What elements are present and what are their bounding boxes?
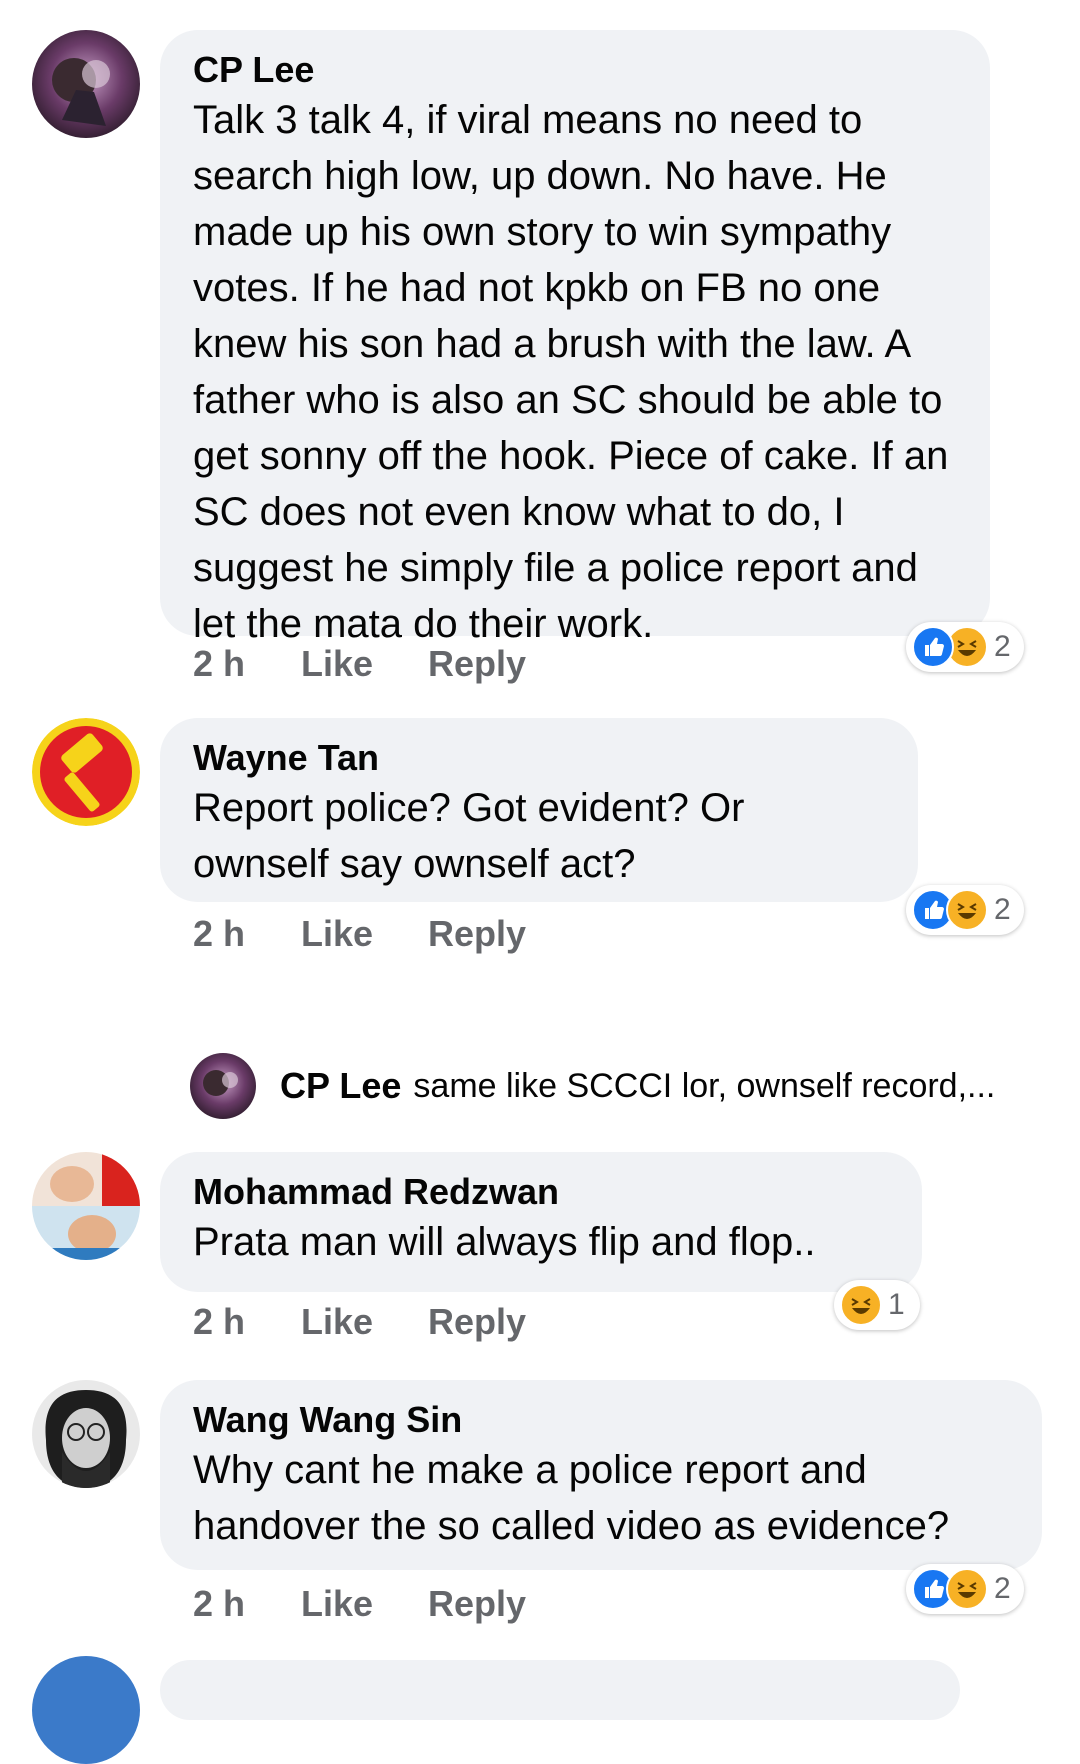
avatar[interactable]: [32, 1152, 140, 1260]
comment-author[interactable]: Wang Wang Sin: [193, 1398, 1008, 1442]
comment-text: Talk 3 talk 4, if viral means no need to…: [193, 98, 949, 646]
comment-bubble: CP Lee Talk 3 talk 4, if viral means no …: [160, 30, 990, 646]
like-button[interactable]: Like: [301, 1583, 428, 1625]
like-button[interactable]: Like: [301, 643, 428, 685]
comment-actions: 2 h Like Reply: [193, 640, 526, 688]
comment-author[interactable]: CP Lee: [193, 48, 956, 92]
comment-text: Why cant he make a police report and han…: [193, 1448, 950, 1548]
comment-author[interactable]: Wayne Tan: [193, 736, 884, 780]
reply-avatar: [190, 1053, 256, 1119]
reaction-summary[interactable]: 2: [906, 622, 1024, 672]
avatar[interactable]: [32, 1380, 140, 1488]
reaction-count: 2: [994, 893, 1011, 926]
like-button[interactable]: Like: [301, 1301, 428, 1343]
comment-actions: 2 h Like Reply: [193, 1580, 526, 1628]
comment-bubble: Wang Wang Sin Why cant he make a police …: [160, 1380, 1042, 1570]
comment-author[interactable]: Mohammad Redzwan: [193, 1170, 888, 1214]
reply-button[interactable]: Reply: [428, 913, 526, 955]
comment-text: Report police? Got evident? Or ownself s…: [193, 786, 745, 886]
next-comment-bubble-partial: [160, 1660, 960, 1720]
avatar[interactable]: [32, 30, 140, 138]
comment-actions: 2 h Like Reply: [193, 1298, 526, 1346]
reaction-summary[interactable]: 1: [834, 1280, 920, 1330]
comment-time[interactable]: 2 h: [193, 913, 301, 955]
reply-author[interactable]: CP Lee: [280, 1065, 401, 1107]
reaction-summary[interactable]: 2: [906, 885, 1024, 935]
comment-time[interactable]: 2 h: [193, 643, 301, 685]
comment-time[interactable]: 2 h: [193, 1301, 301, 1343]
comment-bubble: Wayne Tan Report police? Got evident? Or…: [160, 718, 918, 902]
like-icon: [912, 626, 954, 668]
reaction-count: 2: [994, 630, 1011, 663]
reply-preview[interactable]: CP Lee same like SCCCI lor, ownself reco…: [190, 1050, 995, 1122]
next-comment-avatar-partial: [32, 1656, 140, 1764]
haha-icon: [840, 1284, 882, 1326]
reply-button[interactable]: Reply: [428, 643, 526, 685]
haha-icon: [946, 889, 988, 931]
reaction-count: 2: [994, 1572, 1011, 1605]
haha-icon: [946, 1568, 988, 1610]
reply-button[interactable]: Reply: [428, 1583, 526, 1625]
comment-time[interactable]: 2 h: [193, 1583, 301, 1625]
reply-text: same like SCCCI lor, ownself record,...: [413, 1066, 996, 1105]
reaction-count: 1: [888, 1288, 905, 1321]
comment-text: Prata man will always flip and flop..: [193, 1220, 816, 1264]
comment-bubble: Mohammad Redzwan Prata man will always f…: [160, 1152, 922, 1292]
avatar[interactable]: [32, 718, 140, 826]
like-button[interactable]: Like: [301, 913, 428, 955]
reaction-summary[interactable]: 2: [906, 1564, 1024, 1614]
comment-actions: 2 h Like Reply: [193, 910, 526, 958]
reply-button[interactable]: Reply: [428, 1301, 526, 1343]
